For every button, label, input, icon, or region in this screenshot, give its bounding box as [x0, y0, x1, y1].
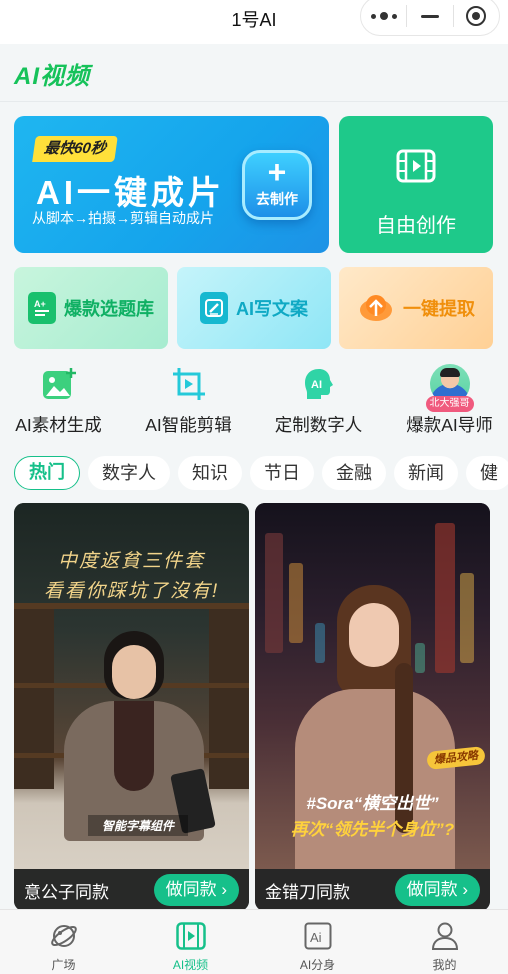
nav-ai-video[interactable]: AI视频 — [127, 910, 254, 974]
mini-program-capsule — [360, 0, 500, 36]
custom-digital-human-tool[interactable]: AI 定制数字人 — [256, 364, 381, 437]
hero-subtitle: 从脚本→拍摄→剪辑自动成片 — [32, 210, 214, 226]
one-click-extract-label: 一键提取 — [403, 299, 475, 319]
ai-material-label: AI素材生成 — [15, 415, 102, 435]
crop-play-icon — [172, 368, 205, 400]
ai-copywriting-button[interactable]: AI写文案 — [177, 267, 331, 349]
svg-text:Ai: Ai — [310, 930, 322, 945]
topic-library-label: 爆款选题库 — [64, 299, 154, 319]
upload-cloud-icon — [357, 292, 395, 324]
tab-knowledge[interactable]: 知识 — [178, 456, 242, 490]
video-card-footer: 金错刀同款 做同款 › — [255, 869, 490, 911]
minimize-button[interactable] — [407, 0, 452, 35]
page-header: AI视频 — [0, 44, 508, 102]
svg-text:AI: AI — [311, 379, 322, 391]
thumbnail-headline: #Sora“横空出世” — [306, 794, 439, 813]
video-title: 金错刀同款 — [265, 882, 350, 902]
ai-smart-edit-tool[interactable]: AI智能剪辑 — [126, 364, 251, 437]
more-button[interactable] — [361, 0, 406, 35]
nav-ai-video-label: AI视频 — [172, 958, 209, 972]
ai-head-icon: AI — [304, 369, 333, 399]
custom-digital-human-label: 定制数字人 — [274, 415, 363, 435]
mentor-avatar: 北大强哥 — [425, 364, 474, 412]
tab-digital-human[interactable]: 数字人 — [88, 456, 170, 490]
nav-plaza-label: 广场 — [51, 958, 76, 972]
tab-hot[interactable]: 热门 — [14, 456, 80, 490]
tab-health[interactable]: 健 — [466, 456, 508, 490]
close-mini-program-button[interactable] — [454, 0, 499, 35]
tab-festival[interactable]: 节日 — [250, 456, 314, 490]
free-create-label: 自由创作 — [376, 215, 456, 237]
nav-mine[interactable]: 我的 — [381, 910, 508, 974]
plus-icon: + — [267, 154, 287, 190]
ai-mentor-tool[interactable]: 北大强哥 爆款AI导师 — [387, 364, 508, 437]
thumbnail-caption: 中度返貧三件套 看看你踩坑了沒有! — [43, 551, 220, 602]
ai-material-tool[interactable]: AI素材生成 — [0, 364, 121, 437]
image-add-icon — [42, 368, 76, 399]
go-make-button[interactable]: + 去制作 — [242, 150, 312, 220]
planet-icon — [50, 925, 77, 947]
video-thumbnail: 中度返貧三件套 看看你踩坑了沒有! 智能字幕组件 — [14, 503, 249, 869]
more-dots-icon — [370, 12, 397, 20]
category-tabs: 热门 数字人 知识 节日 金融 新闻 健 — [14, 456, 508, 492]
svg-text:A+: A+ — [34, 299, 46, 309]
edit-icon — [200, 292, 228, 324]
hero-headline: AI一键成片 — [36, 174, 225, 211]
top-bar: 1号AI — [0, 0, 508, 44]
nav-ai-avatar[interactable]: Ai AI分身 — [254, 910, 381, 974]
target-icon — [466, 6, 487, 26]
topic-library-icon: A+ — [28, 292, 56, 324]
one-click-video-card[interactable]: 最快60秒 AI一键成片 从脚本→拍摄→剪辑自动成片 + 去制作 — [14, 116, 329, 253]
one-click-extract-button[interactable]: 一键提取 — [339, 267, 493, 349]
user-icon — [431, 922, 458, 950]
thumbnail-subheadline: 再次“领先半个身位”? — [290, 820, 455, 839]
make-same-button[interactable]: 做同款 › — [153, 874, 239, 906]
nav-ai-avatar-label: AI分身 — [299, 958, 336, 972]
mentor-tag: 北大强哥 — [425, 396, 474, 412]
ai-copywriting-label: AI写文案 — [236, 299, 308, 319]
tab-finance[interactable]: 金融 — [322, 456, 386, 490]
speed-badge: 最快60秒 — [32, 136, 118, 162]
video-card-footer: 意公子同款 做同款 › — [14, 869, 249, 911]
topic-library-button[interactable]: A+ 爆款选题库 — [14, 267, 168, 349]
ai-box-icon: Ai — [304, 922, 331, 950]
go-make-label: 去制作 — [256, 191, 298, 207]
smart-subtitle-overlay: 智能字幕组件 — [88, 815, 188, 836]
video-title: 意公子同款 — [24, 882, 109, 902]
nav-plaza[interactable]: 广场 — [0, 910, 127, 974]
film-icon — [175, 922, 206, 950]
brand-title: AI视频 — [14, 63, 90, 90]
video-card[interactable]: 爆品攻略 #Sora“横空出世” 再次“领先半个身位”? 金错刀同款 做同款 › — [255, 503, 490, 911]
minus-icon — [420, 14, 439, 18]
bottom-navigation: 广场 AI视频 Ai AI分身 我的 — [0, 909, 508, 974]
tab-news[interactable]: 新闻 — [394, 456, 458, 490]
film-icon — [396, 149, 436, 183]
make-same-button[interactable]: 做同款 › — [394, 874, 480, 906]
ai-mentor-label: 爆款AI导师 — [406, 415, 493, 435]
free-create-card[interactable]: 自由创作 — [339, 116, 493, 253]
video-thumbnail: 爆品攻略 #Sora“横空出世” 再次“领先半个身位”? — [255, 503, 490, 869]
ai-smart-edit-label: AI智能剪辑 — [145, 415, 232, 435]
nav-mine-label: 我的 — [432, 958, 457, 972]
video-card[interactable]: 中度返貧三件套 看看你踩坑了沒有! 智能字幕组件 意公子同款 做同款 › — [14, 503, 249, 911]
